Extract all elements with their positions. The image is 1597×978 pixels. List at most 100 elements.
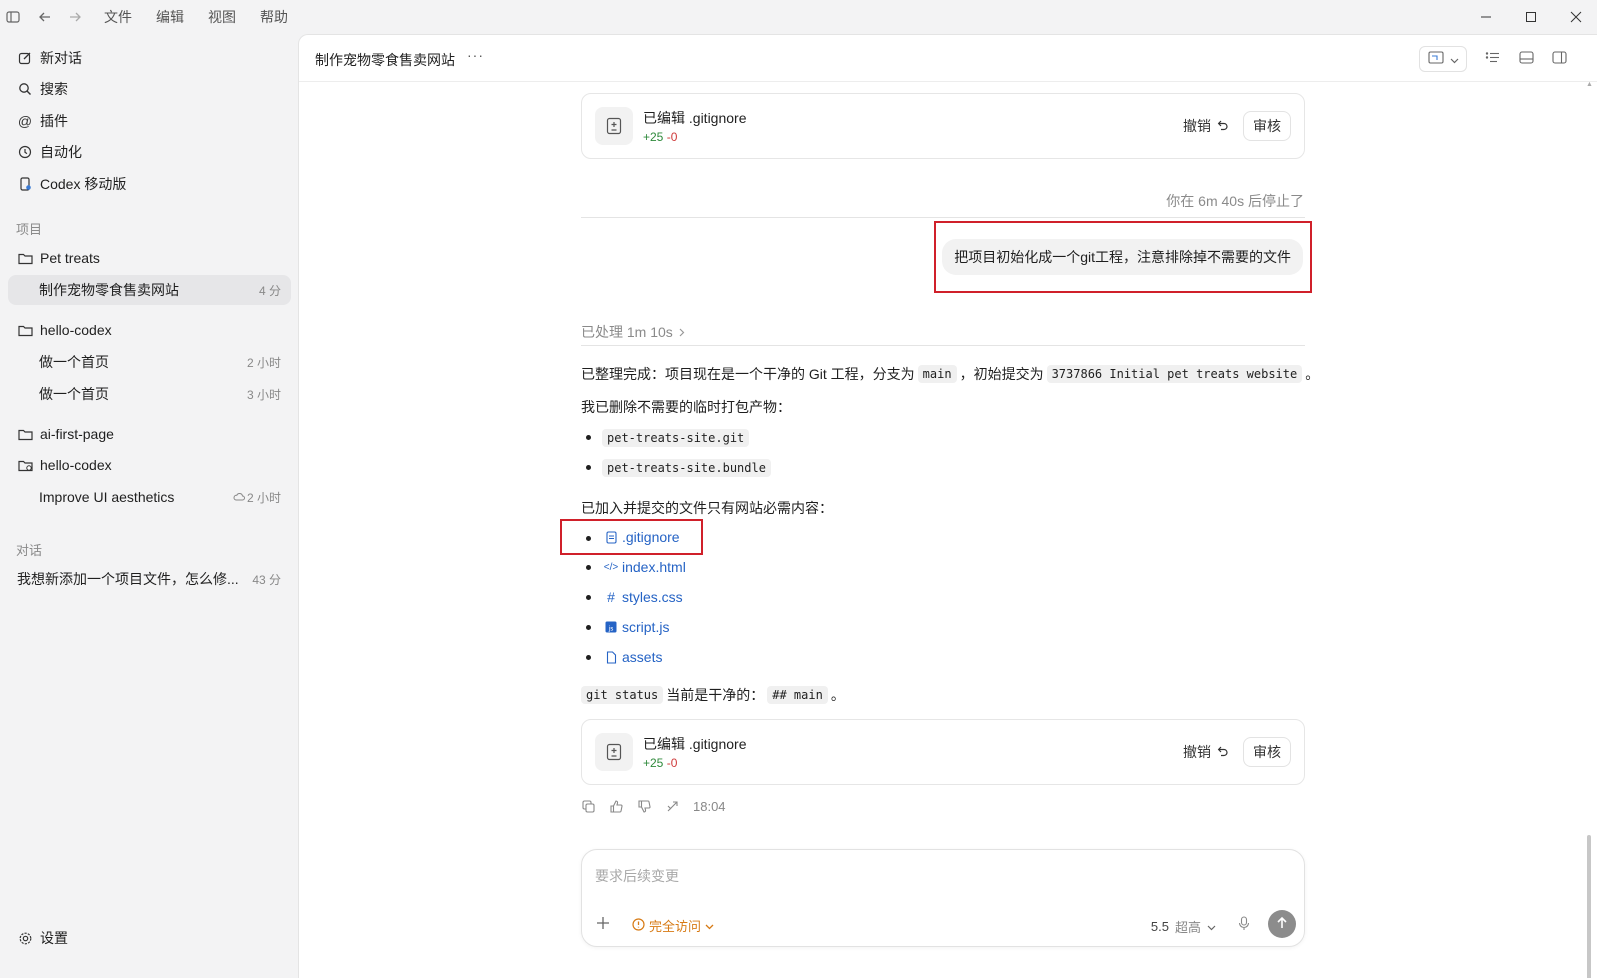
folder-icon (17, 322, 33, 338)
gear-icon (17, 930, 33, 946)
open-in-editor-button[interactable] (1419, 46, 1467, 72)
chat-time: 43 分 (252, 572, 281, 587)
sidebar-item-label: 新对话 (40, 50, 82, 66)
file-diff-icon (595, 107, 633, 145)
file-link-item[interactable]: js script.js (604, 619, 669, 635)
more-options-button[interactable]: ··· (467, 47, 484, 63)
file-link[interactable]: styles.css (622, 589, 683, 605)
sidebar-project-ai-first-page[interactable]: ai-first-page (8, 419, 291, 449)
maximize-button[interactable] (1508, 0, 1554, 34)
file-link-item[interactable]: assets (604, 649, 662, 665)
forward-arrow-icon[interactable] (62, 4, 88, 30)
undo-button[interactable]: 撤销 (1183, 116, 1228, 136)
file-icon (604, 650, 618, 664)
chevron-down-icon (1450, 51, 1459, 67)
list-item: pet-treats-site.git (599, 429, 752, 447)
file-link[interactable]: index.html (622, 559, 686, 575)
menu-help[interactable]: 帮助 (260, 7, 288, 27)
chevron-right-icon (679, 324, 685, 340)
file-link[interactable]: assets (622, 649, 662, 665)
sidebar-item-search[interactable]: 搜索 (8, 74, 291, 104)
lines-removed: -0 (666, 756, 678, 770)
effort-label: 超高 (1174, 920, 1201, 935)
thumbs-down-icon[interactable] (637, 800, 651, 814)
side-panel-button[interactable] (1548, 48, 1570, 70)
highlight-box-user-message (934, 221, 1312, 293)
edit-icon (17, 50, 33, 66)
lines-added: +25 (643, 130, 664, 144)
bullet (586, 595, 591, 600)
list-icon (1485, 51, 1500, 67)
project-label: ai-first-page (40, 426, 114, 442)
microphone-icon[interactable] (1238, 916, 1250, 934)
menu-view[interactable]: 视图 (208, 7, 236, 27)
sidebar-item-plugins[interactable]: @ 插件 (8, 106, 291, 136)
follow-up-input[interactable]: 要求后续变更 (595, 866, 679, 886)
sidebar-item-label: 插件 (40, 113, 68, 129)
bullet (586, 655, 591, 660)
menu-edit[interactable]: 编辑 (156, 7, 184, 27)
editor-icon (1427, 51, 1444, 67)
text: 当前是干净的： (666, 687, 765, 703)
thumbs-up-icon[interactable] (609, 800, 623, 814)
sidebar-item-mobile[interactable]: Codex 移动版 (8, 169, 291, 199)
undo-button[interactable]: 撤销 (1183, 742, 1228, 762)
copy-icon[interactable] (581, 800, 595, 814)
diff-stats: +25 -0 (643, 130, 677, 144)
terminal-panel-button[interactable] (1515, 48, 1537, 70)
sidebar-project-hello-codex-cloud[interactable]: hello-codex (8, 450, 291, 480)
scrollbar-thumb[interactable] (1587, 835, 1591, 978)
sidebar-chat-item[interactable]: 我想新添加一个项目文件，怎么修... 43 分 (8, 564, 291, 594)
settings-label: 设置 (40, 930, 68, 946)
bullet (586, 435, 591, 440)
projects-section-label: 项目 (16, 222, 43, 237)
send-button[interactable] (1268, 910, 1296, 938)
bullet (586, 565, 591, 570)
review-button[interactable]: 审核 (1243, 737, 1291, 767)
menu-file[interactable]: 文件 (104, 7, 132, 27)
minimize-button[interactable] (1463, 0, 1509, 34)
chevron-down-icon (705, 918, 714, 933)
page-title: 制作宠物零食售卖网站 (315, 52, 455, 68)
sidebar-thread[interactable]: Improve UI aesthetics 2 小时 (8, 482, 291, 512)
list-view-button[interactable] (1481, 48, 1503, 70)
settings-button[interactable]: 设置 (8, 923, 291, 953)
sidebar-thread[interactable]: 做一个首页 3 小时 (8, 379, 291, 409)
header-divider (299, 81, 1597, 82)
sidebar-item-new-chat[interactable]: 新对话 (8, 43, 291, 73)
review-button[interactable]: 审核 (1243, 111, 1291, 141)
sidebar-project-pet-treats[interactable]: Pet treats (8, 243, 291, 273)
svg-text:js: js (608, 626, 614, 633)
cloud-folder-icon (17, 457, 33, 473)
thread-label: 做一个首页 (39, 386, 109, 402)
file-diff-icon (595, 733, 633, 771)
processed-label: 已处理 1m 10s (581, 324, 673, 340)
sidebar-project-hello-codex[interactable]: hello-codex (8, 315, 291, 345)
turn-divider (581, 217, 1305, 218)
fork-icon[interactable] (665, 800, 679, 814)
close-button[interactable] (1553, 0, 1597, 34)
file-link-item[interactable]: # styles.css (604, 589, 683, 605)
file-link[interactable]: script.js (622, 619, 669, 635)
add-attachment-button[interactable] (596, 914, 610, 934)
project-label: hello-codex (40, 322, 112, 338)
sidebar-item-automation[interactable]: 自动化 (8, 137, 291, 167)
scroll-up-icon[interactable]: ▲ (1586, 81, 1593, 88)
access-mode-dropdown[interactable]: 完全访问 (632, 916, 714, 935)
processed-toggle[interactable]: 已处理 1m 10s (581, 322, 685, 342)
inline-code: pet-treats-site.bundle (602, 459, 771, 477)
chat-label: 我想新添加一个项目文件，怎么修... (17, 571, 239, 587)
sidebar-thread-active[interactable]: 制作宠物零食售卖网站 4 分 (8, 275, 291, 305)
model-selector[interactable]: 5.5 超高 (1151, 917, 1216, 936)
project-label: Pet treats (40, 250, 100, 266)
at-icon: @ (17, 113, 33, 129)
scrollbar[interactable]: ▲ (1585, 81, 1593, 978)
sidebar-toggle-icon[interactable] (0, 4, 26, 30)
back-arrow-icon[interactable] (32, 4, 58, 30)
sidebar-thread[interactable]: 做一个首页 2 小时 (8, 347, 291, 377)
phone-icon (17, 176, 33, 192)
response-paragraph-3: 已加入并提交的文件只有网站必需内容： (581, 500, 833, 516)
edit-summary-card: 已编辑 .gitignore +25 -0 撤销 审核 (581, 719, 1305, 785)
inline-code: 3737866 Initial pet treats website (1046, 365, 1303, 383)
file-link-item[interactable]: </> index.html (604, 559, 686, 575)
